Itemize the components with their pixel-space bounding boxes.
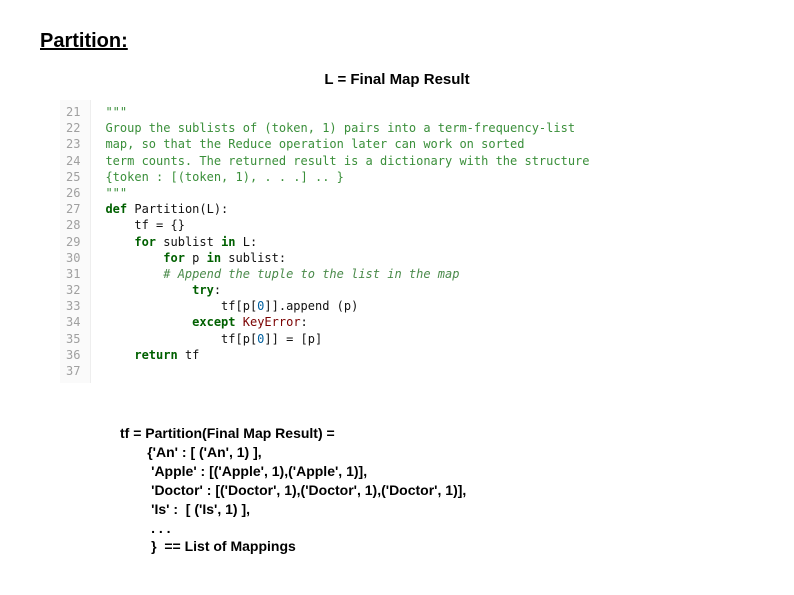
line-number: 37: [66, 363, 80, 379]
section-heading: Partition:: [40, 30, 754, 53]
code-line: map, so that the Reduce operation later …: [105, 136, 668, 152]
line-number: 28: [66, 217, 80, 233]
line-number: 32: [66, 282, 80, 298]
code-line: # Append the tuple to the list in the ma…: [105, 266, 668, 282]
line-number: 27: [66, 201, 80, 217]
code-line: except KeyError:: [105, 314, 668, 330]
line-number: 25: [66, 169, 80, 185]
result-line: {'An' : [ ('An', 1) ],: [120, 444, 262, 460]
code-line: """: [105, 104, 668, 120]
line-number: 29: [66, 234, 80, 250]
code-line: {token : [(token, 1), . . .] .. }: [105, 169, 668, 185]
line-number: 30: [66, 250, 80, 266]
code-line: term counts. The returned result is a di…: [105, 153, 668, 169]
code-body: """Group the sublists of (token, 1) pair…: [91, 100, 674, 383]
code-line: def Partition(L):: [105, 201, 668, 217]
result-line: 'Is' : [ ('Is', 1) ],: [120, 501, 250, 517]
line-number: 33: [66, 298, 80, 314]
code-line: Group the sublists of (token, 1) pairs i…: [105, 120, 668, 136]
code-line: tf[p[0]] = [p]: [105, 331, 668, 347]
result-line: 'Doctor' : [('Doctor', 1),('Doctor', 1),…: [120, 482, 466, 498]
line-number: 31: [66, 266, 80, 282]
code-gutter: 2122232425262728293031323334353637: [60, 100, 91, 383]
code-line: for p in sublist:: [105, 250, 668, 266]
code-line: tf = {}: [105, 217, 668, 233]
result-line: . . .: [120, 520, 171, 536]
line-number: 24: [66, 153, 80, 169]
line-number: 26: [66, 185, 80, 201]
line-number: 36: [66, 347, 80, 363]
result-line: } == List of Mappings: [120, 538, 296, 554]
line-number: 35: [66, 331, 80, 347]
section-subtitle: L = Final Map Result: [40, 71, 754, 88]
code-line: """: [105, 185, 668, 201]
result-line: 'Apple' : [('Apple', 1),('Apple', 1)],: [120, 463, 367, 479]
result-line: tf = Partition(Final Map Result) =: [120, 425, 335, 441]
line-number: 34: [66, 314, 80, 330]
line-number: 21: [66, 104, 80, 120]
result-block: tf = Partition(Final Map Result) = {'An'…: [120, 405, 754, 556]
code-line: tf[p[0]].append (p): [105, 298, 668, 314]
code-line: try:: [105, 282, 668, 298]
line-number: 22: [66, 120, 80, 136]
code-block: 2122232425262728293031323334353637 """Gr…: [60, 100, 674, 383]
code-line: return tf: [105, 347, 668, 363]
line-number: 23: [66, 136, 80, 152]
code-line: for sublist in L:: [105, 234, 668, 250]
